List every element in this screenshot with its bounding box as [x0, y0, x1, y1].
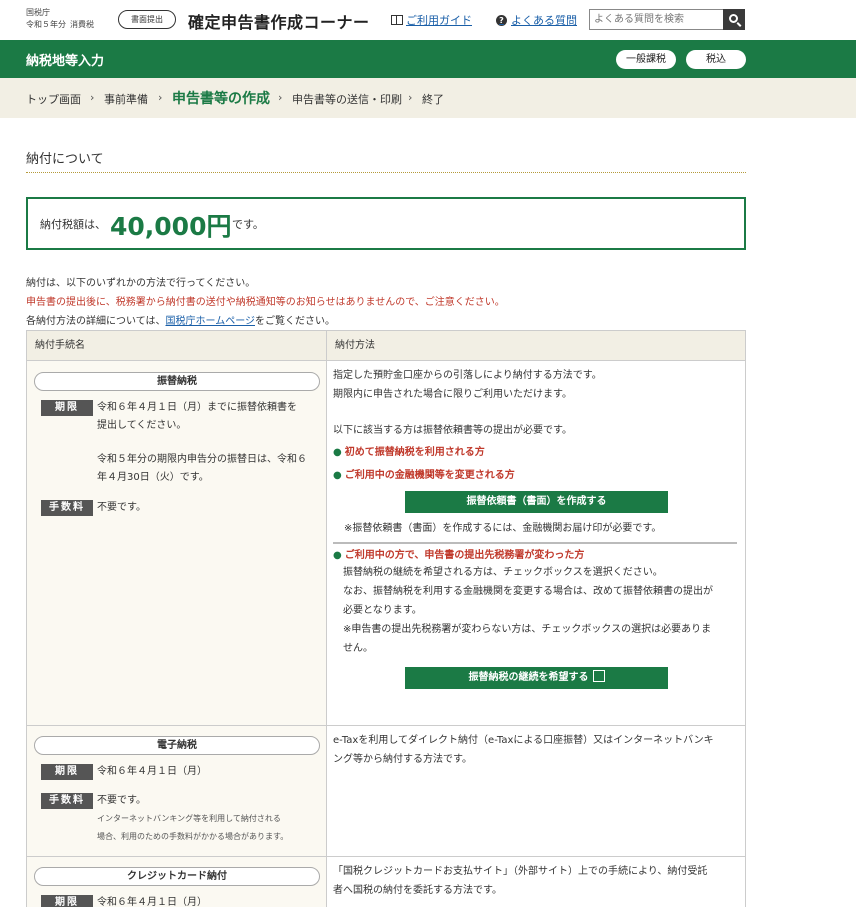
- seal-note: ※振替依頼書（書面）を作成するには、金融機関お届け印が必要です。: [344, 523, 662, 534]
- table-row: 電子納税 期限 令和６年４月１日（月） 手数料 不要です。 インターネットバンキ…: [27, 726, 327, 857]
- guide-link-label: ご利用ガイド: [406, 14, 472, 27]
- method-name: 振替納税: [34, 372, 320, 391]
- search-icon: [728, 14, 738, 23]
- payment-methods-table: 納付手続名 納付方法 振替納税 期限 令和６年４月１日（月）までに振替依頼書を …: [26, 330, 746, 907]
- continuation-description: 振替納税の継続を希望される方は、チェックボックスを選択ください。 なお、振替納税…: [343, 563, 713, 658]
- faq-link-label: よくある質問: [511, 14, 577, 27]
- table-row: 指定した預貯金口座からの引落しにより納付する方法です。 期限内に申告された場合に…: [327, 361, 745, 726]
- description-line: 振替納税の継続を希望される方は、チェックボックスを選択ください。: [343, 567, 663, 578]
- payment-warning: 申告書の提出後に、税務署から納付書の送付や納税通知等のお知らせはありませんので、…: [26, 297, 505, 308]
- breadcrumb-step-prep: 事前準備: [104, 93, 148, 106]
- chevron-right-icon: ›: [408, 91, 413, 104]
- agency-name: 国税庁: [26, 8, 50, 17]
- method-name: 電子納税: [34, 736, 320, 755]
- description-line: 「国税クレジットカードお支払サイト」（外部サイト）上での手続により、納付受託: [333, 866, 708, 877]
- method-description: 指定した預貯金口座からの引落しにより納付する方法です。 期限内に申告された場合に…: [333, 366, 602, 404]
- description-line: 指定した預貯金口座からの引落しにより納付する方法です。: [333, 370, 602, 381]
- deadline-line: 年４月30日（火）です。: [97, 472, 209, 483]
- deadline-text: 令和６年４月１日（月）までに振替依頼書を 提出してください。 令和５年分の期限内…: [97, 399, 307, 487]
- continue-transfer-label: 振替納税の継続を希望する: [468, 672, 589, 683]
- chevron-right-icon: ›: [158, 91, 163, 104]
- condition-office-changed: ● ご利用中の方で、申告書の提出先税務署が変わった方: [333, 550, 585, 561]
- amount-label: 納付税額は、: [40, 218, 106, 231]
- description-line: 者へ国税の納付を委託する方法です。: [333, 885, 502, 896]
- payment-amount-box: 納付税額は、 40,000円 です。: [26, 197, 746, 250]
- amount-suffix: です。: [232, 218, 264, 231]
- column-header-method: 納付方法: [327, 330, 745, 361]
- fee-note-line: インターネットバンキング等を利用して納付される: [97, 814, 281, 823]
- section-title: 納付について: [26, 152, 104, 167]
- tax-year: 令和５年分: [26, 20, 66, 29]
- top-header: 国税庁 令和５年分 消費税 書面提出 確定申告書作成コーナー ご利用ガイド ? よ…: [0, 0, 856, 40]
- details-note: 各納付方法の詳細については、国税庁ホームページをご覧ください。: [26, 312, 335, 327]
- column-header-name: 納付手続名: [27, 330, 327, 361]
- tax-inclusive-badge: 税込: [686, 50, 746, 69]
- breadcrumb-step-create: 申告書等の作成: [172, 91, 270, 107]
- continue-transfer-checkbox-button[interactable]: 振替納税の継続を希望する: [405, 667, 668, 689]
- deadline-line: 令和６年４月１日（月）までに振替依頼書を: [97, 402, 297, 413]
- faq-search-input[interactable]: [589, 9, 724, 30]
- deadline-tag: 期限: [41, 400, 93, 416]
- page-title: 納税地等入力: [26, 54, 105, 69]
- fee-tag: 手数料: [41, 793, 93, 809]
- fee-note: インターネットバンキング等を利用して納付される 場合、利用のための手数料がかかる…: [97, 810, 288, 846]
- fee-text: 不要です。: [97, 795, 146, 806]
- condition-label: ご利用中の方で、申告書の提出先税務署が変わった方: [344, 550, 585, 561]
- tax-type: 消費税: [70, 20, 94, 29]
- question-icon: ?: [496, 14, 507, 26]
- book-icon: [391, 15, 403, 25]
- description-line: せん。: [343, 643, 373, 654]
- paper-submission-badge: 書面提出: [118, 10, 176, 29]
- section-divider: [26, 172, 746, 173]
- chevron-right-icon: ›: [90, 91, 95, 104]
- deadline-line: 令和５年分の期限内申告分の振替日は、令和６: [97, 454, 307, 465]
- amount-value: 40,000円: [110, 212, 232, 241]
- deadline-line: 提出してください。: [97, 420, 187, 431]
- deadline-tag: 期限: [41, 764, 93, 780]
- search-button[interactable]: [723, 9, 745, 30]
- fee-text: 不要です。: [97, 502, 146, 513]
- create-transfer-request-button[interactable]: 振替依頼書（書面）を作成する: [405, 491, 668, 513]
- condition-label: ご利用中の金融機関等を変更される方: [344, 470, 515, 481]
- description-line: 必要となります。: [343, 605, 422, 616]
- faq-link[interactable]: ? よくある質問: [496, 12, 577, 28]
- description-line: e-Taxを利用してダイレクト納付（e-Taxによる口座振替）又はインターネット…: [333, 735, 714, 746]
- condition-change-bank: ● ご利用中の金融機関等を変更される方: [333, 470, 515, 481]
- method-description: 「国税クレジットカードお支払サイト」（外部サイト）上での手続により、納付受託 者…: [333, 862, 707, 900]
- description-line: 期限内に申告された場合に限りご利用いただけます。: [333, 389, 572, 400]
- nta-homepage-link[interactable]: 国税庁ホームページ: [166, 316, 256, 327]
- deadline-text: 令和６年４月１日（月）: [97, 766, 207, 777]
- breadcrumb: トップ画面 › 事前準備 › 申告書等の作成 › 申告書等の送信・印刷 › 終了: [0, 78, 856, 118]
- taxation-type-badge: 一般課税: [616, 50, 676, 69]
- description-line: ※申告書の提出先税務署が変わらない方は、チェックボックスの選択は必要ありま: [343, 624, 712, 635]
- requirement-note: 以下に該当する方は振替依頼書等の提出が必要です。: [333, 425, 572, 436]
- breadcrumb-step-send: 申告書等の送信・印刷: [292, 93, 402, 106]
- description-line: ング等から納付する方法です。: [333, 754, 472, 765]
- method-name: クレジットカード納付: [34, 867, 320, 886]
- breadcrumb-step-end: 終了: [422, 93, 444, 106]
- checkbox[interactable]: [592, 670, 605, 682]
- breadcrumb-step-top: トップ画面: [26, 93, 81, 106]
- details-note-pre: 各納付方法の詳細については、: [26, 316, 166, 327]
- guide-link[interactable]: ご利用ガイド: [391, 12, 472, 28]
- table-row: e-Taxを利用してダイレクト納付（e-Taxによる口座振替）又はインターネット…: [327, 726, 745, 857]
- chevron-right-icon: ›: [278, 91, 283, 104]
- table-row: 振替納税 期限 令和６年４月１日（月）までに振替依頼書を 提出してください。 令…: [27, 361, 327, 726]
- deadline-text: 令和６年４月１日（月）: [97, 897, 207, 907]
- condition-label: 初めて振替納税を利用される方: [344, 447, 485, 458]
- payment-note: 納付は、以下のいずれかの方法で行ってください。: [26, 278, 256, 289]
- page-title-bar: 納税地等入力 一般課税 税込: [0, 40, 856, 78]
- fee-tag: 手数料: [41, 500, 93, 516]
- fee-note-line: 場合、利用のための手数料がかかる場合があります。: [97, 832, 289, 841]
- details-note-post: をご覧ください。: [255, 316, 335, 327]
- site-title: 確定申告書作成コーナー: [188, 13, 370, 32]
- deadline-tag: 期限: [41, 895, 93, 907]
- table-row: クレジットカード納付 期限 令和６年４月１日（月）: [27, 857, 327, 907]
- method-description: e-Taxを利用してダイレクト納付（e-Taxによる口座振替）又はインターネット…: [333, 731, 714, 769]
- table-row: 「国税クレジットカードお支払サイト」（外部サイト）上での手続により、納付受託 者…: [327, 857, 745, 907]
- description-line: なお、振替納税を利用する金融機関を変更する場合は、改めて振替依頼書の提出が: [343, 586, 713, 597]
- divider: [333, 542, 737, 544]
- condition-first-use: ● 初めて振替納税を利用される方: [333, 447, 485, 458]
- agency-block: 国税庁 令和５年分 消費税: [26, 7, 98, 31]
